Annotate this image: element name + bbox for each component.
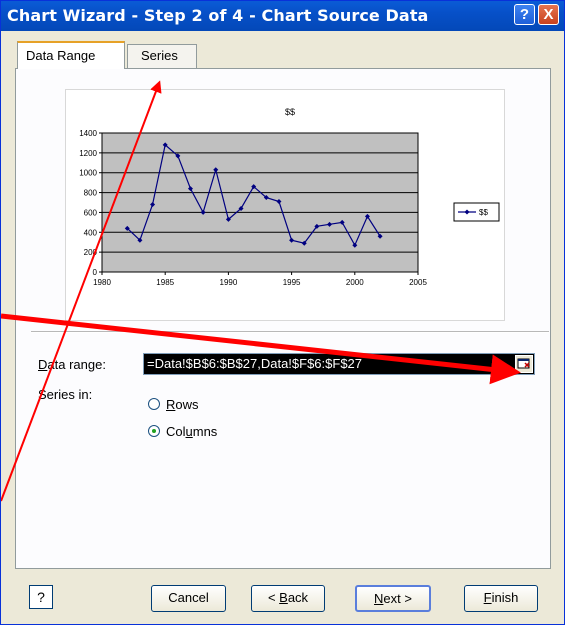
cancel-button[interactable]: Cancel xyxy=(151,585,226,612)
title-help-button[interactable]: ? xyxy=(514,4,535,25)
y-tick-label: 1000 xyxy=(79,169,97,178)
data-range-value: =Data!$B$6:$B$27,Data!$F$6:$F$27 xyxy=(147,356,363,371)
back-button[interactable]: < Back xyxy=(251,585,325,612)
window-title: Chart Wizard - Step 2 of 4 - Chart Sourc… xyxy=(7,6,429,25)
columns-radio[interactable] xyxy=(148,425,160,437)
x-tick-label: 2000 xyxy=(346,278,364,287)
radio-selected-dot xyxy=(152,429,156,433)
collapse-icon xyxy=(517,358,530,369)
help-button[interactable]: ? xyxy=(29,585,53,609)
y-tick-label: 1400 xyxy=(79,129,97,138)
tab-series[interactable]: Series xyxy=(127,44,197,68)
y-tick-label: 400 xyxy=(84,228,98,237)
y-tick-label: 600 xyxy=(84,208,98,217)
data-range-input[interactable]: =Data!$B$6:$B$27,Data!$F$6:$F$27 xyxy=(143,353,535,375)
series-in-label: Series in: xyxy=(38,387,93,402)
rows-radio[interactable] xyxy=(148,398,160,410)
chart-title: $$ xyxy=(285,107,295,117)
legend-label: $$ xyxy=(479,208,488,217)
collapse-dialog-button[interactable] xyxy=(515,355,533,373)
y-tick-label: 1200 xyxy=(79,149,97,158)
tab-data-range[interactable]: Data Range xyxy=(17,41,125,69)
chart-svg: 0 200 400 600 800 1000 1200 1400 1980 1985 1990 199… xyxy=(79,107,500,287)
plot-area xyxy=(101,132,419,273)
columns-label[interactable]: Columns xyxy=(166,424,217,439)
chart-wizard-dialog: Chart Wizard - Step 2 of 4 - Chart Sourc… xyxy=(0,0,565,625)
x-tick-label: 1995 xyxy=(283,278,301,287)
next-button[interactable]: Next > xyxy=(355,585,431,612)
close-button[interactable]: X xyxy=(538,4,559,25)
data-range-label: Data range: xyxy=(38,357,106,372)
finish-button[interactable]: Finish xyxy=(464,585,538,612)
title-bar[interactable]: Chart Wizard - Step 2 of 4 - Chart Sourc… xyxy=(1,1,564,31)
x-tick-label: 1980 xyxy=(93,278,111,287)
divider xyxy=(31,331,549,333)
x-tick-label: 2005 xyxy=(409,278,427,287)
rows-label[interactable]: Rows xyxy=(166,397,199,412)
x-tick-label: 1985 xyxy=(156,278,174,287)
y-tick-label: 800 xyxy=(84,189,98,198)
y-tick-label: 0 xyxy=(93,268,98,277)
chart-preview: 0 200 400 600 800 1000 1200 1400 1980 1985 1990 199… xyxy=(65,89,505,321)
x-tick-label: 1990 xyxy=(220,278,238,287)
y-tick-label: 200 xyxy=(84,248,98,257)
